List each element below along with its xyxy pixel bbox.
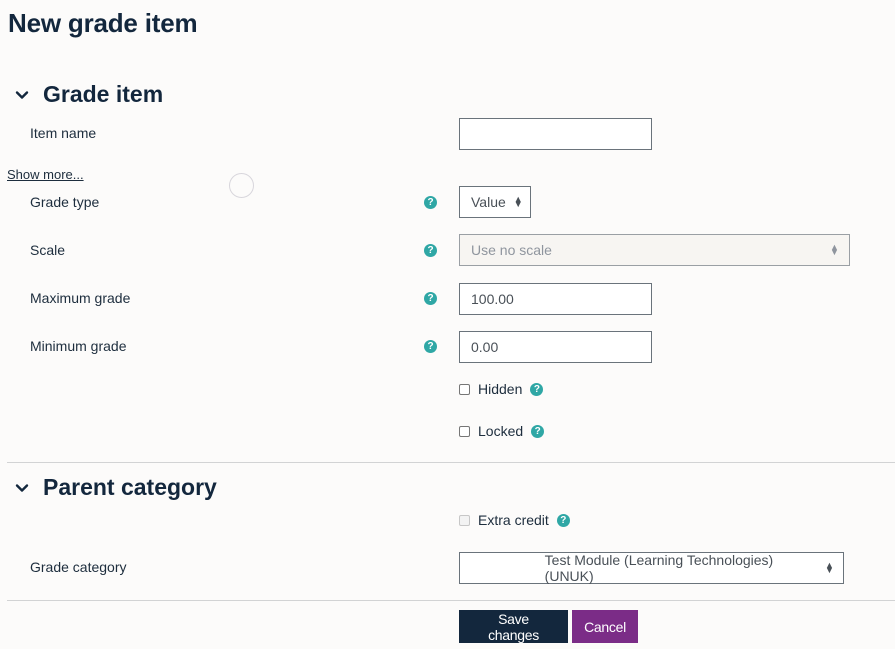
- grade-type-select[interactable]: Value ▲ ▼: [459, 186, 531, 218]
- hidden-checkbox-row: Hidden ?: [459, 381, 544, 397]
- extra-credit-label: Extra credit: [478, 512, 549, 528]
- minimum-grade-input[interactable]: [459, 331, 652, 363]
- page: New grade item Grade item Item name Show…: [0, 0, 895, 649]
- select-arrows-icon: ▲ ▼: [830, 242, 839, 257]
- locked-checkbox-row: Locked ?: [459, 423, 545, 439]
- section-title-grade-item: Grade item: [43, 81, 164, 107]
- chevron-down-icon: [15, 90, 29, 99]
- item-name-input[interactable]: [459, 118, 652, 150]
- chevron-down-icon: [15, 483, 29, 492]
- section-title-parent-category: Parent category: [43, 474, 217, 500]
- grade-category-label: Grade category: [30, 559, 127, 575]
- section-header-grade-item[interactable]: Grade item: [14, 81, 163, 108]
- redacted-text: [471, 555, 541, 581]
- loading-spinner-icon: [229, 173, 254, 198]
- maximum-grade-input[interactable]: [459, 283, 652, 315]
- scale-label: Scale: [30, 242, 66, 258]
- save-changes-button[interactable]: Save changes: [459, 610, 568, 643]
- hidden-checkbox[interactable]: [459, 383, 470, 395]
- scale-select: Use no scale ▲ ▼: [459, 234, 850, 266]
- item-name-label: Item name: [30, 125, 97, 141]
- hidden-label: Hidden: [478, 381, 523, 397]
- show-more-link[interactable]: Show more...: [7, 167, 84, 182]
- extra-credit-checkbox: [459, 514, 470, 526]
- help-icon[interactable]: ?: [530, 382, 544, 396]
- extra-credit-checkbox-row: Extra credit ?: [459, 512, 570, 528]
- grade-type-label: Grade type: [30, 194, 100, 210]
- grade-category-value: Test Module (Learning Technologies) (UNU…: [544, 552, 774, 584]
- help-icon[interactable]: ?: [424, 196, 437, 209]
- grade-type-value: Value: [471, 194, 506, 210]
- maximum-grade-label: Maximum grade: [30, 290, 131, 306]
- locked-label: Locked: [478, 423, 524, 439]
- form-footer-divider: [7, 600, 895, 601]
- cancel-button[interactable]: Cancel: [572, 610, 638, 643]
- help-icon[interactable]: ?: [424, 340, 437, 353]
- section-divider: [7, 462, 895, 463]
- select-arrows-icon: ▲ ▼: [825, 560, 834, 575]
- minimum-grade-label: Minimum grade: [30, 338, 127, 354]
- section-header-parent-category[interactable]: Parent category: [14, 474, 217, 501]
- page-title: New grade item: [8, 8, 198, 38]
- help-icon[interactable]: ?: [424, 292, 437, 305]
- locked-checkbox[interactable]: [459, 425, 470, 437]
- scale-value: Use no scale: [471, 242, 552, 258]
- grade-category-select[interactable]: Test Module (Learning Technologies) (UNU…: [459, 552, 844, 584]
- select-arrows-icon: ▲ ▼: [513, 194, 523, 209]
- help-icon[interactable]: ?: [424, 244, 437, 257]
- help-icon[interactable]: ?: [556, 513, 570, 527]
- help-icon[interactable]: ?: [531, 424, 545, 438]
